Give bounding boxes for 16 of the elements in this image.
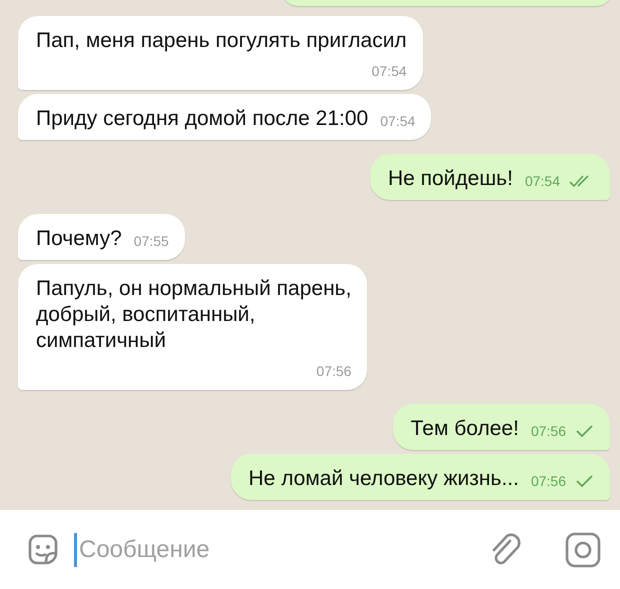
message-time: 07:55 bbox=[134, 232, 169, 251]
message-text: Не ломай человеку жизнь... bbox=[248, 466, 519, 492]
message-time: 07:54 bbox=[380, 112, 416, 131]
message-time: 07:54 bbox=[524, 172, 560, 191]
message-text: Пап, меня парень погулять пригласил bbox=[36, 28, 407, 54]
message-text: Папуль, он нормальный парень, добрый, воспитанный, симпатичный bbox=[36, 276, 352, 354]
message-time: 07:56 bbox=[530, 472, 566, 491]
message-time: 07:56 bbox=[316, 362, 352, 381]
message-input[interactable]: Сообщение bbox=[74, 532, 476, 566]
message-text: Почему? bbox=[36, 226, 122, 252]
message-time: 07:54 bbox=[372, 62, 407, 81]
message-text: Тем более! bbox=[410, 416, 519, 442]
message-text: Не пойдешь! bbox=[388, 166, 513, 192]
message-time: 07:56 bbox=[530, 422, 566, 441]
camera-icon[interactable] bbox=[564, 530, 602, 568]
message-text: Приду сегодня домой после 21:00 bbox=[36, 106, 368, 132]
